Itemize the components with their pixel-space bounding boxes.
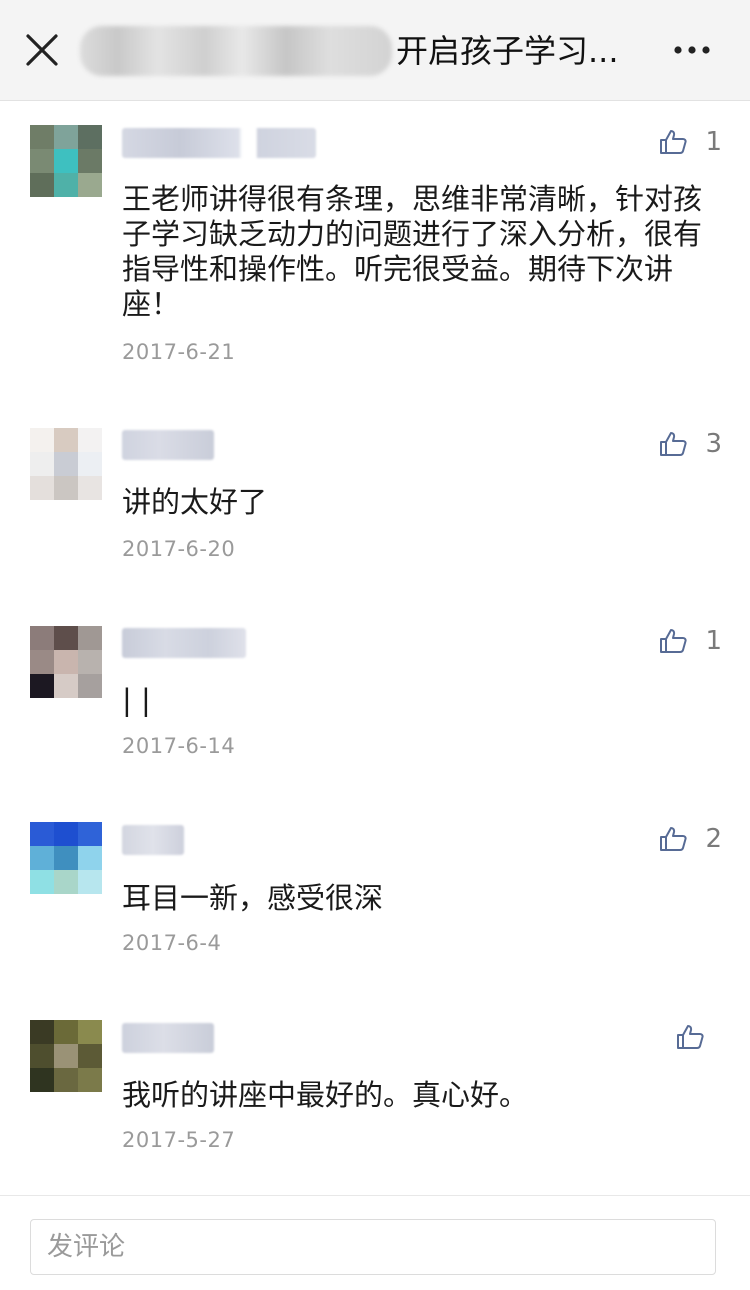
blurred-username xyxy=(122,1023,214,1053)
comment-text: 耳目一新，感受很深 xyxy=(122,881,384,915)
more-icon xyxy=(674,46,710,54)
like-count: 1 xyxy=(705,127,722,157)
close-button[interactable] xyxy=(22,30,62,70)
blurred-username xyxy=(122,628,246,658)
like-count: 1 xyxy=(705,626,722,656)
comment-date: 2017-6-21 xyxy=(122,340,236,364)
blurred-username xyxy=(122,825,184,855)
blurred-username xyxy=(122,430,214,460)
thumbs-up-icon xyxy=(660,432,688,456)
comment-text: 讲的太好了 xyxy=(122,485,268,519)
like-button[interactable]: 3 xyxy=(659,424,722,464)
thumbs-up-icon xyxy=(677,1025,704,1049)
like-button[interactable]: 2 xyxy=(659,819,722,859)
blurred-account-name xyxy=(80,26,392,76)
thumbs-up-icon xyxy=(660,629,688,653)
like-count: 2 xyxy=(705,824,722,854)
page-title: 开启孩子学习... xyxy=(396,32,619,70)
avatar[interactable] xyxy=(30,1020,102,1092)
comment-date: 2017-6-14 xyxy=(122,734,236,758)
comment-date: 2017-5-27 xyxy=(122,1128,236,1152)
comment-input[interactable] xyxy=(30,1219,716,1275)
avatar[interactable] xyxy=(30,822,102,894)
avatar[interactable] xyxy=(30,428,102,500)
like-count: 3 xyxy=(705,429,722,459)
avatar[interactable] xyxy=(30,626,102,698)
thumbs-up-icon xyxy=(660,827,688,851)
composer-divider xyxy=(0,1195,750,1196)
comment-date: 2017-6-20 xyxy=(122,537,236,561)
comment-date: 2017-6-4 xyxy=(122,931,222,955)
comment-text: | | xyxy=(122,683,151,717)
thumbs-up-icon xyxy=(660,130,688,154)
blurred-username xyxy=(122,128,316,158)
like-button[interactable] xyxy=(676,1017,722,1057)
avatar[interactable] xyxy=(30,125,102,197)
comment-text: 我听的讲座中最好的。真心好。 xyxy=(122,1078,529,1112)
like-button[interactable]: 1 xyxy=(659,621,722,661)
like-button[interactable]: 1 xyxy=(659,122,722,162)
more-button[interactable] xyxy=(668,30,718,70)
close-icon xyxy=(26,34,58,66)
comment-text: 王老师讲得很有条理，思维非常清晰，针对孩子学习缺乏动力的问题进行了深入分析，很有… xyxy=(122,182,703,321)
top-bar: 开启孩子学习... xyxy=(0,0,750,101)
